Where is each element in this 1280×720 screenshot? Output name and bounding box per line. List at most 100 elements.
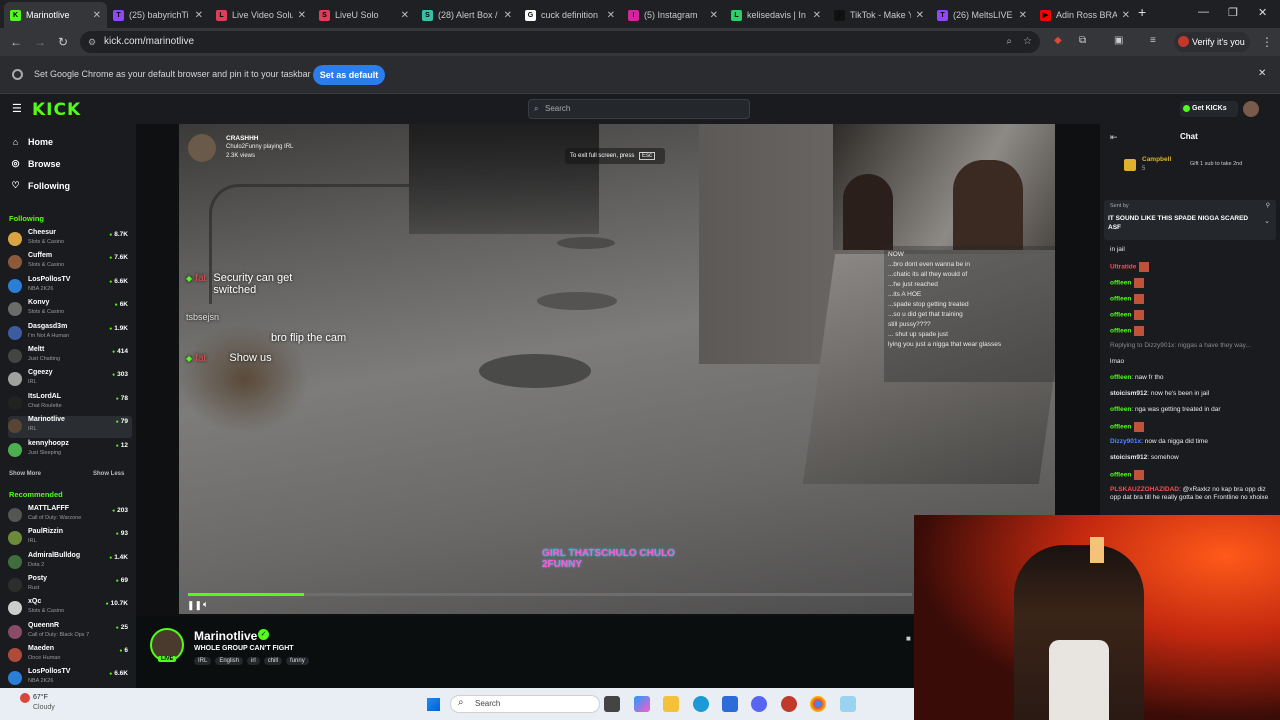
start-icon[interactable] [427, 698, 440, 711]
verify-profile-button[interactable]: Verify it's you [1174, 32, 1250, 52]
chat-username[interactable]: offleen [1110, 280, 1131, 287]
media-control-icon[interactable]: ≡ [1150, 35, 1156, 46]
sidebar-channel[interactable]: Konvy Slots & Casino 6K [8, 299, 132, 321]
chat-username[interactable]: Ultratide [1110, 264, 1136, 271]
reload-icon[interactable]: ↻ [58, 35, 68, 49]
discord-icon[interactable] [751, 696, 767, 712]
chat-username[interactable]: offleen [1110, 296, 1131, 303]
browser-tab[interactable]: ♪ TikTok - Make Y ✕ [828, 2, 930, 28]
restore-icon[interactable]: ❐ [1228, 6, 1238, 19]
nav-home[interactable]: ⌂ Home [10, 137, 53, 147]
tab-close-icon[interactable]: ✕ [504, 10, 512, 21]
chat-username[interactable]: stoicism912 [1110, 454, 1147, 461]
sidebar-channel[interactable]: PaulRizzin IRL 93 [8, 528, 132, 550]
kick-logo[interactable]: KICK [32, 100, 81, 120]
sidebar-channel[interactable]: Posty Rust 69 [8, 575, 132, 597]
browser-tab[interactable]: ▶ Adin Ross BRAN ✕ [1034, 2, 1136, 28]
sidebar-channel[interactable]: QueennR Call of Duty: Black Ops 7 25 [8, 622, 132, 644]
user-avatar[interactable] [1243, 101, 1259, 117]
browser-tab[interactable]: Lkelisedavis | In ✕ [725, 2, 827, 28]
browser-tab[interactable]: S (28) Alert Box / ✕ [416, 2, 518, 28]
sidebar-channel[interactable]: Cheesur Slots & Casino 8.7K [8, 229, 132, 251]
hamburger-menu-icon[interactable]: ☰ [12, 102, 22, 115]
tab-search-icon[interactable]: ▣ [1114, 35, 1123, 46]
sidebar-channel[interactable]: Meltt Just Chatting 414 [8, 346, 132, 368]
chat-username[interactable]: offleen [1110, 328, 1131, 335]
search-input[interactable]: ⌕ Search [528, 99, 750, 119]
chat-username[interactable]: stoicism912 [1110, 390, 1147, 397]
sidebar-channel[interactable]: ItsLordAL Chat Roulette 78 [8, 393, 132, 415]
stream-tag[interactable]: IRL [194, 657, 212, 665]
sidebar-channel[interactable]: Cgeezy IRL 303 [8, 369, 132, 391]
pin-icon[interactable]: ⚲ [1266, 202, 1270, 209]
browser-tab[interactable]: T (26) MeltsLIVE ✕ [931, 2, 1033, 28]
sidebar-channel[interactable]: AdmiralBulldog Dota 2 1.4K [8, 552, 132, 574]
browser-tab[interactable]: L Live Video Solu ✕ [210, 2, 312, 28]
bookmark-star-icon[interactable]: ☆ [1023, 31, 1032, 53]
forward-icon[interactable]: → [34, 35, 46, 49]
tab-close-icon[interactable]: ✕ [607, 10, 615, 21]
window-close-icon[interactable]: ✕ [1258, 6, 1267, 19]
chat-username[interactable]: PLSKAUZZOHAZIDAD [1110, 486, 1179, 493]
task-view-icon[interactable] [604, 696, 620, 712]
sidebar-channel[interactable]: Maeden Once Human 6 [8, 645, 132, 667]
tab-close-icon[interactable]: ✕ [1019, 10, 1027, 21]
sidebar-channel[interactable]: kennyhoopz Just Sleeping 12 [8, 440, 132, 462]
browser-tab[interactable]: Gcuck definition ✕ [519, 2, 621, 28]
collapse-chat-icon[interactable]: ⇤ [1110, 132, 1118, 143]
stream-tag[interactable]: English [215, 657, 244, 665]
copilot-icon[interactable] [634, 696, 650, 712]
tab-close-icon[interactable]: ✕ [1122, 10, 1130, 21]
back-icon[interactable]: ← [10, 35, 22, 49]
chat-username[interactable]: offleen [1110, 374, 1131, 381]
minimize-icon[interactable]: — [1198, 6, 1209, 18]
show-more-link[interactable]: Show More [9, 471, 41, 477]
sidebar-channel[interactable]: MATTLAFFF Call of Duty: Warzone 203 [8, 505, 132, 527]
get-kicks-button[interactable]: Get KICKs [1180, 101, 1238, 117]
sidebar-channel[interactable]: LosPollosTV NBA 2K26 6.6K [8, 668, 132, 690]
chat-username[interactable]: offleen [1110, 406, 1131, 413]
tab-close-icon[interactable]: ✕ [93, 10, 101, 21]
chrome-menu-icon[interactable]: ⋮ [1261, 35, 1273, 49]
sidebar-channel[interactable]: Cuffem Slots & Casino 7.6K [8, 252, 132, 274]
file-explorer-icon[interactable] [663, 696, 679, 712]
browser-tab[interactable]: S LiveU Solo ✕ [313, 2, 415, 28]
taskbar-search[interactable]: ⌕ Search [450, 695, 600, 713]
video-progress-bar[interactable] [188, 593, 912, 596]
chat-username[interactable]: offleen [1110, 472, 1131, 479]
tab-close-icon[interactable]: ✕ [195, 10, 203, 21]
zoom-icon[interactable]: ⌕ [1006, 31, 1012, 53]
edge-icon[interactable] [693, 696, 709, 712]
app-icon[interactable] [781, 696, 797, 712]
sidebar-channel[interactable]: LosPollosTV NBA 2K26 6.6K [8, 276, 132, 298]
browser-tab[interactable]: I (5) Instagram ✕ [622, 2, 724, 28]
app-icon[interactable] [840, 696, 856, 712]
stream-tag[interactable]: funny [286, 657, 309, 665]
infobar-close-icon[interactable]: ✕ [1258, 68, 1266, 79]
site-info-icon[interactable]: ⚙ [88, 31, 96, 53]
extensions-icon[interactable]: ⧉ [1079, 35, 1086, 46]
chrome-taskbar-icon[interactable] [810, 696, 826, 712]
store-icon[interactable] [722, 696, 738, 712]
nav-following[interactable]: ♡ Following [10, 180, 70, 191]
sidebar-channel[interactable]: Dasgasd3m I'm Not A Human 1.9K [8, 323, 132, 345]
new-tab-button[interactable]: + [1138, 4, 1146, 20]
show-less-link[interactable]: Show Less [93, 471, 124, 477]
stream-tag[interactable]: irl [247, 657, 260, 665]
expand-pinned-icon[interactable]: ⌄ [1264, 217, 1270, 225]
nav-browse[interactable]: ◎ Browse [10, 158, 61, 169]
channel-name[interactable]: Marinotlive [194, 629, 257, 643]
stream-tag[interactable]: chill [263, 657, 283, 665]
tab-close-icon[interactable]: ✕ [710, 10, 718, 21]
address-bar[interactable]: ⚙ kick.com/marinotlive ⌕ ☆ [80, 31, 1040, 53]
set-default-button[interactable]: Set as default [313, 65, 385, 85]
chat-username[interactable]: offleen [1110, 312, 1131, 319]
chat-username[interactable]: offleen [1110, 424, 1131, 431]
tab-close-icon[interactable]: ✕ [916, 10, 924, 21]
browser-tab[interactable]: K Marinotlive ✕ [4, 2, 107, 28]
tab-close-icon[interactable]: ✕ [401, 10, 409, 21]
extension-red-icon[interactable]: ◆ [1054, 35, 1062, 46]
pause-icon[interactable]: ❚❚ [187, 600, 202, 611]
browser-tab[interactable]: T (25) babyrichTi ✕ [107, 2, 209, 28]
chat-username[interactable]: Dizzy901x [1110, 438, 1141, 445]
